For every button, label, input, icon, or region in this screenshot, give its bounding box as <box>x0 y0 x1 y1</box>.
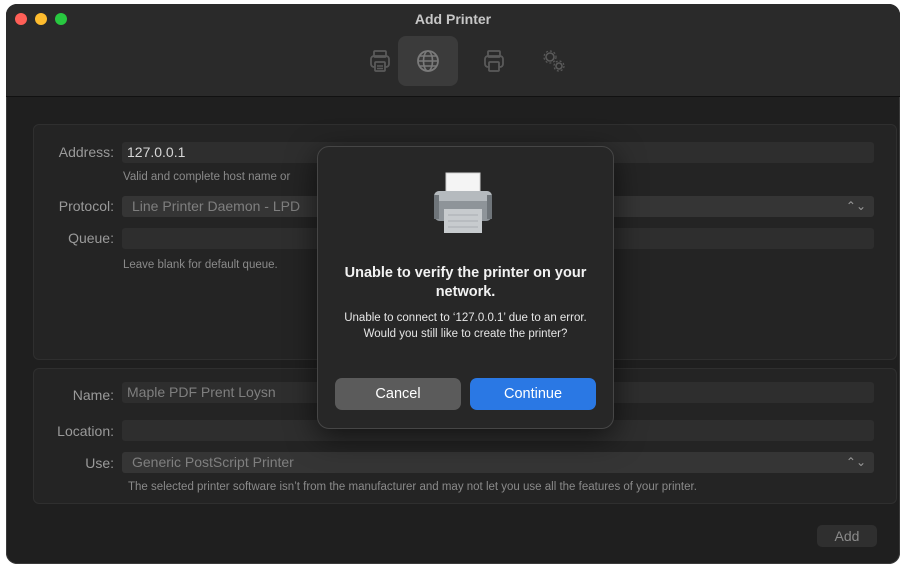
address-label: Address: <box>58 144 114 160</box>
globe-icon <box>417 50 439 72</box>
chevron-updown-icon: ⌃⌄ <box>845 199 866 213</box>
dialog-message: Unable to connect to ‘127.0.0.1’ due to … <box>344 312 587 340</box>
queue-hint: Leave blank for default queue. <box>123 259 278 271</box>
printer-icon <box>434 172 492 233</box>
use-hint: The selected printer software isn’t from… <box>128 481 697 493</box>
gears-icon <box>543 50 565 72</box>
ip-printer-tab[interactable] <box>398 36 458 86</box>
windows-printer-tab[interactable] <box>464 36 524 86</box>
protocol-value: Line Printer Daemon - LPD <box>132 198 301 214</box>
address-hint: Valid and complete host name or <box>123 171 291 183</box>
queue-label: Queue: <box>68 230 114 246</box>
cancel-button[interactable]: Cancel <box>335 378 461 410</box>
windows-printer-icon <box>484 50 504 72</box>
titlebar: Add Printer <box>6 4 900 97</box>
protocol-label: Protocol: <box>58 198 114 214</box>
use-popup[interactable]: Generic PostScript Printer ⌃⌄ <box>122 452 874 473</box>
chevron-updown-icon: ⌃⌄ <box>845 455 866 469</box>
continue-button[interactable]: Continue <box>470 378 596 410</box>
printer-icon <box>370 50 390 72</box>
alert-dialog: Unable to verify the printer on your net… <box>317 146 614 429</box>
use-label: Use: <box>85 455 114 471</box>
use-value: Generic PostScript Printer <box>132 454 294 470</box>
advanced-tab[interactable] <box>524 36 584 86</box>
name-label: Name: <box>72 387 114 403</box>
location-label: Location: <box>57 423 114 439</box>
add-button[interactable]: Add <box>817 525 877 547</box>
dialog-title: Unable to verify the printer on your net… <box>344 265 587 300</box>
window-title: Add Printer <box>414 11 492 27</box>
